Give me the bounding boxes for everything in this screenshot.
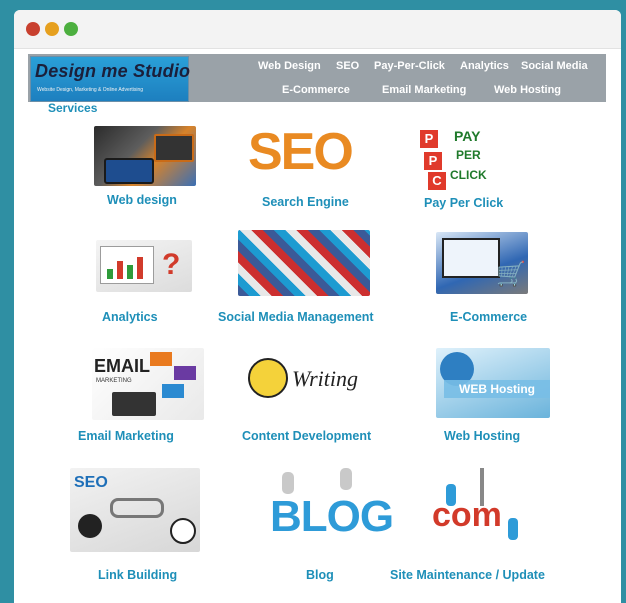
minimize-window-button[interactable] bbox=[45, 22, 59, 36]
site-logo[interactable]: Design me Studio Website Design, Marketi… bbox=[30, 56, 191, 102]
service-tile-content-development[interactable]: Writing Content Development bbox=[226, 346, 396, 446]
com-letters: com bbox=[432, 496, 502, 534]
service-label[interactable]: Search Engine bbox=[262, 195, 349, 209]
blog-letters: BLOG bbox=[270, 492, 394, 541]
email-word: EMAIL bbox=[94, 356, 150, 376]
service-tile-email-marketing[interactable]: EMAIL MARKETING Email Marketing bbox=[78, 346, 218, 446]
cube-p-icon: P bbox=[420, 130, 438, 148]
shopping-cart-icon: 🛒 bbox=[496, 261, 526, 288]
ppc-image: P P C PAY PER CLICK bbox=[414, 120, 506, 190]
envelope-icon bbox=[174, 366, 196, 380]
chart-screen-icon bbox=[100, 246, 154, 284]
blog-image: BLOG bbox=[246, 464, 394, 550]
service-label[interactable]: Email Marketing bbox=[78, 429, 174, 443]
envelope-icon bbox=[162, 384, 184, 398]
service-tile-web-design[interactable]: Web design bbox=[90, 126, 200, 207]
service-label[interactable]: Web Hosting bbox=[444, 429, 520, 443]
laptop-icon bbox=[112, 392, 156, 416]
seo-word: SEO bbox=[74, 474, 108, 491]
service-label[interactable]: Link Building bbox=[98, 568, 177, 582]
chain-link-icon bbox=[110, 498, 164, 518]
analytics-image: ? bbox=[96, 240, 192, 292]
email-marketing-image: EMAIL MARKETING bbox=[92, 348, 204, 420]
question-mark-icon: ? bbox=[162, 248, 181, 281]
service-tile-analytics[interactable]: ? Analytics bbox=[90, 236, 200, 326]
seo-image: SEO bbox=[248, 122, 366, 182]
ppc-word-pay: PAY bbox=[454, 128, 481, 144]
nav-email-marketing[interactable]: Email Marketing bbox=[382, 84, 466, 96]
service-label[interactable]: Social Media Management bbox=[218, 310, 374, 324]
content-development-image: Writing bbox=[242, 352, 382, 412]
service-label[interactable]: E-Commerce bbox=[450, 310, 527, 324]
service-label[interactable]: Pay Per Click bbox=[424, 196, 503, 210]
service-tile-ecommerce[interactable]: 🛒 E-Commerce bbox=[420, 226, 550, 326]
ppc-word-click: CLICK bbox=[450, 168, 487, 182]
marketing-word: MARKETING bbox=[96, 378, 132, 384]
site-header: Design me Studio Website Design, Marketi… bbox=[28, 54, 606, 102]
nav-ecommerce[interactable]: E-Commerce bbox=[282, 84, 350, 96]
logo-tagline: Website Design, Marketing & Online Adver… bbox=[37, 87, 144, 93]
browser-window: Design me Studio Website Design, Marketi… bbox=[14, 10, 621, 603]
service-tile-link-building[interactable]: SEO Link Building bbox=[64, 466, 214, 582]
nav-web-hosting[interactable]: Web Hosting bbox=[494, 84, 561, 96]
service-tile-social-media[interactable]: Social Media Management bbox=[216, 226, 406, 326]
close-window-button[interactable] bbox=[26, 22, 40, 36]
service-label[interactable]: Web design bbox=[107, 193, 177, 207]
monitor-icon bbox=[154, 134, 194, 162]
service-tile-web-hosting[interactable]: WEB Hosting Web Hosting bbox=[430, 346, 560, 446]
keyboard-keys-icon bbox=[104, 158, 154, 184]
figure-icon bbox=[282, 472, 294, 494]
ecommerce-image: 🛒 bbox=[436, 232, 528, 294]
hosting-banner: WEB Hosting bbox=[444, 380, 550, 398]
envelope-icon bbox=[150, 352, 172, 366]
nav-seo[interactable]: SEO bbox=[336, 60, 359, 72]
smiley-face-icon bbox=[248, 358, 288, 398]
service-label[interactable]: Site Maintenance / Update bbox=[390, 568, 545, 582]
nav-pay-per-click[interactable]: Pay-Per-Click bbox=[374, 60, 445, 72]
web-design-image bbox=[94, 126, 196, 186]
crane-icon bbox=[480, 468, 484, 506]
service-tile-pay-per-click[interactable]: P P C PAY PER CLICK Pay Per Click bbox=[400, 118, 530, 210]
maximize-window-button[interactable] bbox=[64, 22, 78, 36]
logo-text: Design me Studio bbox=[35, 61, 191, 81]
writing-word: Writing bbox=[292, 366, 359, 391]
social-media-image bbox=[238, 230, 370, 296]
service-tile-blog[interactable]: BLOG Blog bbox=[234, 460, 404, 582]
title-bar bbox=[14, 10, 621, 49]
service-label[interactable]: Blog bbox=[306, 568, 334, 582]
panda-icon bbox=[170, 518, 196, 544]
service-tile-search-engine[interactable]: SEO Search Engine bbox=[242, 118, 372, 209]
seo-letters: SEO bbox=[248, 123, 354, 181]
service-tile-site-maintenance[interactable]: com Site Maintenance / Update bbox=[386, 460, 566, 582]
site-maintenance-image: com bbox=[426, 464, 530, 550]
cube-c-icon: C bbox=[428, 172, 446, 190]
service-label[interactable]: Content Development bbox=[242, 429, 371, 443]
worker-figure-icon bbox=[508, 518, 518, 540]
worker-figure-icon bbox=[446, 484, 456, 506]
ppc-word-per: PER bbox=[456, 148, 481, 162]
nav-web-design[interactable]: Web Design bbox=[258, 60, 321, 72]
link-building-image: SEO bbox=[70, 468, 200, 552]
nav-social-media[interactable]: Social Media bbox=[521, 60, 588, 72]
figure-icon bbox=[340, 468, 352, 490]
cube-p-icon: P bbox=[424, 152, 442, 170]
mascot-icon bbox=[78, 514, 102, 538]
services-heading: Services bbox=[48, 101, 98, 115]
service-label[interactable]: Analytics bbox=[102, 310, 158, 324]
monitor-icon bbox=[442, 238, 500, 278]
nav-analytics[interactable]: Analytics bbox=[460, 60, 509, 72]
web-hosting-image: WEB Hosting bbox=[436, 348, 550, 418]
